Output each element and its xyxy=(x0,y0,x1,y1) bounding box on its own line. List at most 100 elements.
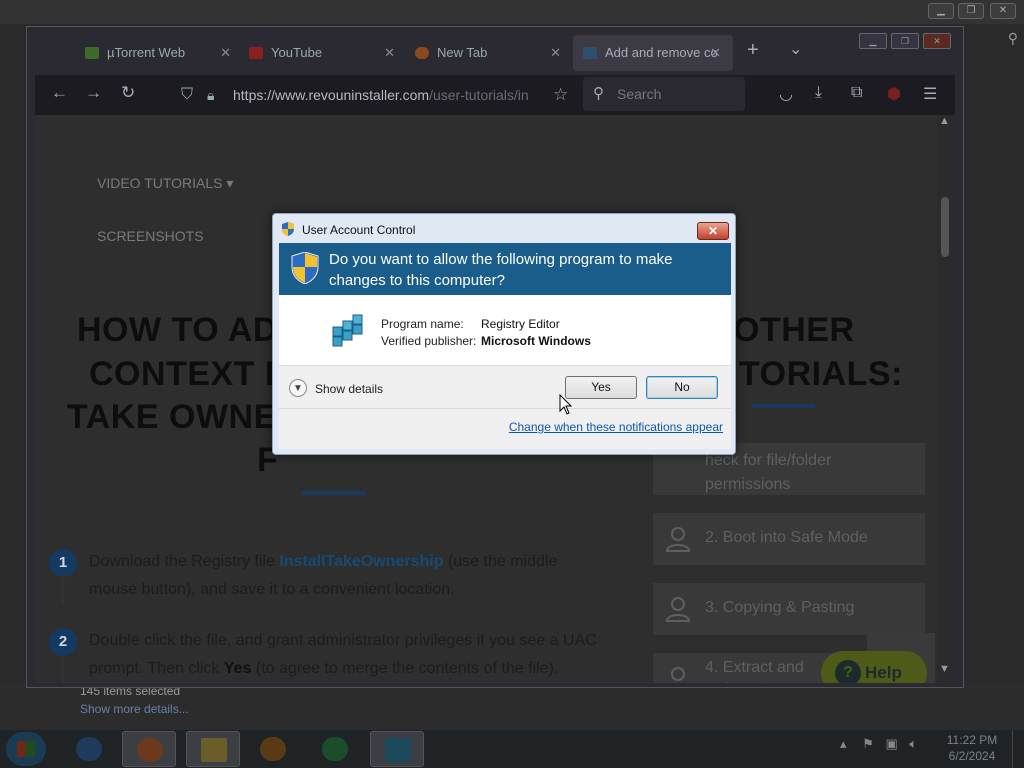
page-title-line: HOW TO AD xyxy=(77,311,278,349)
title-underline xyxy=(301,491,365,495)
ff-close-button[interactable]: ✕ xyxy=(923,33,951,49)
minimize-button[interactable]: ▁ xyxy=(928,3,954,19)
tab-close-icon[interactable]: ✕ xyxy=(384,35,395,71)
bookmark-star-icon[interactable]: ☆ xyxy=(553,79,568,111)
start-button[interactable] xyxy=(6,732,46,766)
url-text[interactable]: https://www.revouninstaller.com/user-tut… xyxy=(233,79,543,111)
yes-button[interactable]: Yes xyxy=(565,376,637,399)
show-details-toggle[interactable]: Show details xyxy=(315,382,383,396)
tab-youtube[interactable]: YouTube ✕ xyxy=(239,35,395,71)
scroll-down-icon[interactable]: ▼ xyxy=(939,663,950,675)
tab-new-tab[interactable]: New Tab ✕ xyxy=(405,35,561,71)
taskbar-internet-explorer[interactable] xyxy=(62,731,116,767)
firefox-icon xyxy=(415,47,429,59)
taskbar-registry-editor[interactable] xyxy=(370,731,424,767)
back-button[interactable]: ← xyxy=(51,83,68,103)
internet-explorer-icon xyxy=(76,737,102,761)
forward-button[interactable]: → xyxy=(85,83,102,103)
change-notifications-link[interactable]: Change when these notifications appear xyxy=(509,420,723,434)
bookmark-icon xyxy=(583,47,597,59)
clock[interactable]: 11:22 PM 6/2/2024 xyxy=(942,732,1002,764)
registry-editor-icon xyxy=(332,314,363,347)
youtube-icon xyxy=(249,47,263,59)
chevron-down-icon[interactable]: ▼ xyxy=(289,379,307,397)
ff-maximize-button[interactable]: ❐ xyxy=(891,33,919,49)
tab-close-icon[interactable]: ✕ xyxy=(710,35,721,71)
mouse-cursor-icon xyxy=(559,394,573,415)
install-take-ownership-link[interactable]: InstallTakeOwnership xyxy=(279,553,443,570)
uac-body: Program name: Registry Editor Verified p… xyxy=(279,295,731,449)
show-hidden-icons-icon[interactable]: ▴ xyxy=(840,736,847,751)
ublock-icon[interactable]: ⬢ xyxy=(887,84,901,104)
taskbar-revo-uninstaller[interactable] xyxy=(308,731,362,767)
taskbar-explorer[interactable] xyxy=(186,731,240,767)
uac-title: User Account Control xyxy=(302,223,416,237)
menu-icon[interactable]: ☰ xyxy=(923,84,937,104)
revo-uninstaller-icon xyxy=(322,737,348,761)
scrollbar-thumb[interactable] xyxy=(941,197,949,257)
sidebar-item-label: heck for file/folder permissions xyxy=(705,452,832,493)
help-button[interactable]: ? Help xyxy=(821,651,927,683)
show-desktop-button[interactable] xyxy=(1012,730,1024,768)
pocket-icon[interactable]: ◡ xyxy=(779,84,793,104)
tab-close-icon[interactable]: ✕ xyxy=(220,35,231,71)
taskbar-firefox[interactable] xyxy=(122,731,176,767)
maximize-button[interactable]: ❐ xyxy=(958,3,984,19)
step-number: 1 xyxy=(49,549,77,577)
tracking-shield-icon[interactable]: ⛉ xyxy=(181,79,193,111)
program-name-value: Registry Editor xyxy=(481,317,560,331)
step-text: Download the Registry file InstallTakeOw… xyxy=(89,548,609,604)
tab-add-remove[interactable]: Add and remove co ✕ xyxy=(573,35,733,71)
menu-screenshots[interactable]: SCREENSHOTS xyxy=(97,228,204,244)
url-bar[interactable]: ⛉ 🔒︎ https://www.revouninstaller.com/use… xyxy=(175,79,601,111)
lock-icon[interactable]: 🔒︎ xyxy=(207,79,214,111)
downloads-icon[interactable]: ⤓ xyxy=(815,84,822,102)
navigation-toolbar: ← → ↻ ⛉ 🔒︎ https://www.revouninstaller.c… xyxy=(35,75,955,115)
tab-label: YouTube xyxy=(271,45,323,60)
show-more-details-link[interactable]: Show more details... xyxy=(80,702,189,716)
windows-logo-icon xyxy=(17,741,35,757)
tab-utorrent[interactable]: µTorrent Web ✕ xyxy=(75,35,231,71)
clock-date: 6/2/2024 xyxy=(948,749,996,763)
close-button[interactable]: ✕ xyxy=(990,3,1016,19)
scroll-up-icon[interactable]: ▲ xyxy=(939,115,950,127)
sidebar-item[interactable]: 3. Copying & Pasting xyxy=(653,583,925,635)
title-underline xyxy=(751,404,815,408)
tab-label: Add and remove co xyxy=(605,45,718,60)
page-title-line: CONTEXT I xyxy=(89,355,275,393)
tab-close-icon[interactable]: ✕ xyxy=(550,35,561,71)
search-icon[interactable]: ⚲ xyxy=(1008,30,1018,47)
ff-minimize-button[interactable]: ▁ xyxy=(859,33,887,49)
search-input[interactable]: ⚲ Search xyxy=(583,77,745,111)
list-all-tabs-button[interactable]: ⌄ xyxy=(789,39,802,59)
system-tray: ▴ ⚑ ▣ 🔈︎ xyxy=(840,736,917,752)
volume-icon[interactable]: 🔈︎ xyxy=(909,736,917,751)
url-host: https://www.revouninstaller.com xyxy=(233,87,430,103)
tab-label: New Tab xyxy=(437,45,488,60)
explorer-status-bar: 145 items selected Show more details... xyxy=(0,682,1024,730)
person-icon xyxy=(671,667,685,681)
utorrent-icon xyxy=(85,47,99,59)
new-tab-button[interactable]: + xyxy=(747,39,759,62)
action-center-flag-icon[interactable]: ⚑ xyxy=(862,736,874,751)
taskbar-media-player[interactable] xyxy=(246,731,300,767)
page-scrollbar[interactable]: ▲ ▼ xyxy=(937,115,953,683)
folder-icon xyxy=(201,738,227,762)
uac-question: Do you want to allow the following progr… xyxy=(329,251,673,289)
step-connector xyxy=(62,577,64,605)
network-icon[interactable]: ▣ xyxy=(885,736,897,751)
media-player-icon xyxy=(260,737,286,761)
person-icon xyxy=(665,597,691,622)
uac-shield-icon xyxy=(282,222,294,236)
page-title-line: TAKE OWNE xyxy=(67,398,277,436)
sidebar-item[interactable]: 2. Boot into Safe Mode xyxy=(653,513,925,565)
close-button[interactable]: ✕ xyxy=(697,222,729,240)
reload-button[interactable]: ↻ xyxy=(121,83,135,103)
tab-bar: µTorrent Web ✕ YouTube ✕ New Tab ✕ Add a… xyxy=(27,27,963,73)
extensions-icon[interactable]: ⧉ xyxy=(851,84,862,102)
menu-video-tutorials[interactable]: VIDEO TUTORIALS ▾ xyxy=(97,175,233,192)
step-connector xyxy=(62,657,64,683)
page-title-line: TORIALS: xyxy=(739,355,903,393)
step-number: 2 xyxy=(49,628,77,656)
no-button[interactable]: No xyxy=(646,376,718,399)
